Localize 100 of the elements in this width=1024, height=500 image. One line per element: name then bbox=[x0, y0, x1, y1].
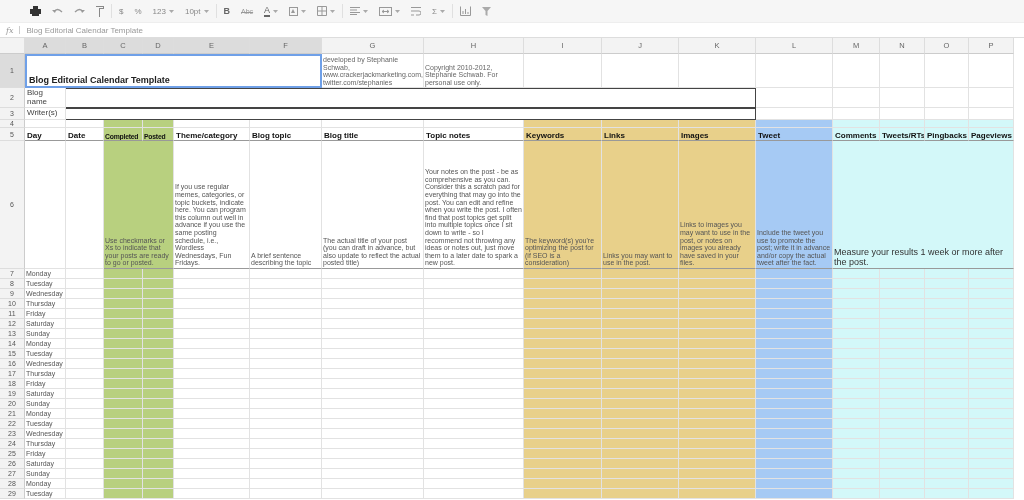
table-cell bbox=[969, 439, 1014, 449]
table-cell bbox=[104, 459, 143, 469]
table-cell bbox=[143, 479, 174, 489]
table-cell bbox=[833, 369, 880, 379]
table-cell bbox=[66, 309, 104, 319]
table-cell bbox=[833, 439, 880, 449]
table-cell bbox=[969, 449, 1014, 459]
table-cell bbox=[143, 429, 174, 439]
caret-icon bbox=[363, 9, 369, 13]
formula-label: fx bbox=[6, 25, 14, 35]
table-cell bbox=[969, 319, 1014, 329]
toolbar-button[interactable]: Σ bbox=[428, 3, 450, 19]
table-cell bbox=[66, 349, 104, 359]
caret-icon bbox=[168, 9, 174, 13]
table-cell bbox=[250, 369, 322, 379]
table-cell bbox=[104, 489, 143, 499]
table-cell bbox=[104, 369, 143, 379]
table-cell bbox=[969, 54, 1014, 88]
table-cell bbox=[66, 389, 104, 399]
table-cell bbox=[104, 349, 143, 359]
bold-button[interactable]: B bbox=[219, 3, 234, 19]
table-cell bbox=[925, 269, 969, 279]
select-all-corner[interactable] bbox=[0, 38, 25, 54]
table-cell: Links bbox=[602, 128, 679, 141]
table-cell bbox=[250, 459, 322, 469]
table-cell bbox=[104, 339, 143, 349]
table-cell bbox=[143, 309, 174, 319]
table-cell bbox=[969, 479, 1014, 489]
table-cell bbox=[833, 289, 880, 299]
table-cell bbox=[833, 429, 880, 439]
table-cell bbox=[833, 339, 880, 349]
table-cell: Measure your results 1 week or more after the post. bbox=[833, 141, 1014, 269]
table-cell bbox=[143, 389, 174, 399]
table-cell bbox=[143, 469, 174, 479]
table-cell bbox=[143, 409, 174, 419]
table-cell: Blog name bbox=[25, 88, 66, 108]
caret-icon bbox=[395, 9, 401, 13]
table-cell bbox=[833, 88, 880, 108]
table-cell bbox=[250, 269, 322, 279]
table-cell bbox=[969, 88, 1014, 108]
table-cell bbox=[250, 389, 322, 399]
caret-icon bbox=[440, 9, 446, 13]
fill-color-icon bbox=[289, 6, 299, 16]
table-cell bbox=[66, 339, 104, 349]
table-cell bbox=[833, 419, 880, 429]
table-cell bbox=[143, 379, 174, 389]
table-cell: Pageviews bbox=[969, 128, 1014, 141]
toolbar-button[interactable]: % bbox=[130, 3, 146, 19]
table-cell bbox=[143, 359, 174, 369]
table-cell bbox=[969, 469, 1014, 479]
table-cell bbox=[104, 449, 143, 459]
table-cell bbox=[969, 269, 1014, 279]
table-cell: Writer(s) bbox=[25, 108, 66, 120]
table-cell bbox=[833, 108, 880, 120]
table-cell bbox=[104, 469, 143, 479]
table-cell bbox=[143, 399, 174, 409]
table-cell: Tweet bbox=[756, 128, 833, 141]
table-cell bbox=[104, 279, 143, 289]
table-cell bbox=[66, 409, 104, 419]
table-cell bbox=[833, 459, 880, 469]
toolbar-button[interactable]: 123 bbox=[148, 3, 178, 19]
filter-icon bbox=[482, 6, 492, 16]
table-cell bbox=[104, 389, 143, 399]
table-cell bbox=[833, 469, 880, 479]
table-cell bbox=[833, 489, 880, 499]
table-cell bbox=[66, 319, 104, 329]
table-cell: Blog topic bbox=[250, 128, 322, 141]
table-cell bbox=[250, 359, 322, 369]
table-cell bbox=[969, 289, 1014, 299]
table-cell bbox=[250, 279, 322, 289]
color-button[interactable]: A bbox=[260, 3, 283, 19]
merge-cells-icon bbox=[379, 6, 393, 16]
table-cell bbox=[880, 269, 925, 279]
table-cell bbox=[969, 309, 1014, 319]
table-cell bbox=[66, 429, 104, 439]
table-cell bbox=[833, 359, 880, 369]
table-cell bbox=[833, 329, 880, 339]
table-cell bbox=[66, 369, 104, 379]
table-cell bbox=[66, 329, 104, 339]
table-cell bbox=[250, 319, 322, 329]
table-cell bbox=[104, 409, 143, 419]
table-cell bbox=[66, 419, 104, 429]
table-cell bbox=[833, 54, 880, 88]
table-cell bbox=[833, 319, 880, 329]
table-cell bbox=[833, 279, 880, 289]
table-cell bbox=[833, 409, 880, 419]
table-cell bbox=[969, 329, 1014, 339]
chart-icon bbox=[460, 6, 472, 16]
toolbar-button[interactable]: 10pt bbox=[180, 3, 213, 19]
table-cell: Keywords bbox=[524, 128, 602, 141]
table-cell bbox=[250, 379, 322, 389]
toolbar-button[interactable]: $ bbox=[115, 3, 128, 19]
table-cell bbox=[143, 289, 174, 299]
table-cell bbox=[104, 399, 143, 409]
table-cell bbox=[143, 459, 174, 469]
table-cell bbox=[104, 379, 143, 389]
table-cell bbox=[66, 279, 104, 289]
table-cell bbox=[880, 88, 925, 108]
table-cell bbox=[833, 379, 880, 389]
table-cell bbox=[250, 299, 322, 309]
